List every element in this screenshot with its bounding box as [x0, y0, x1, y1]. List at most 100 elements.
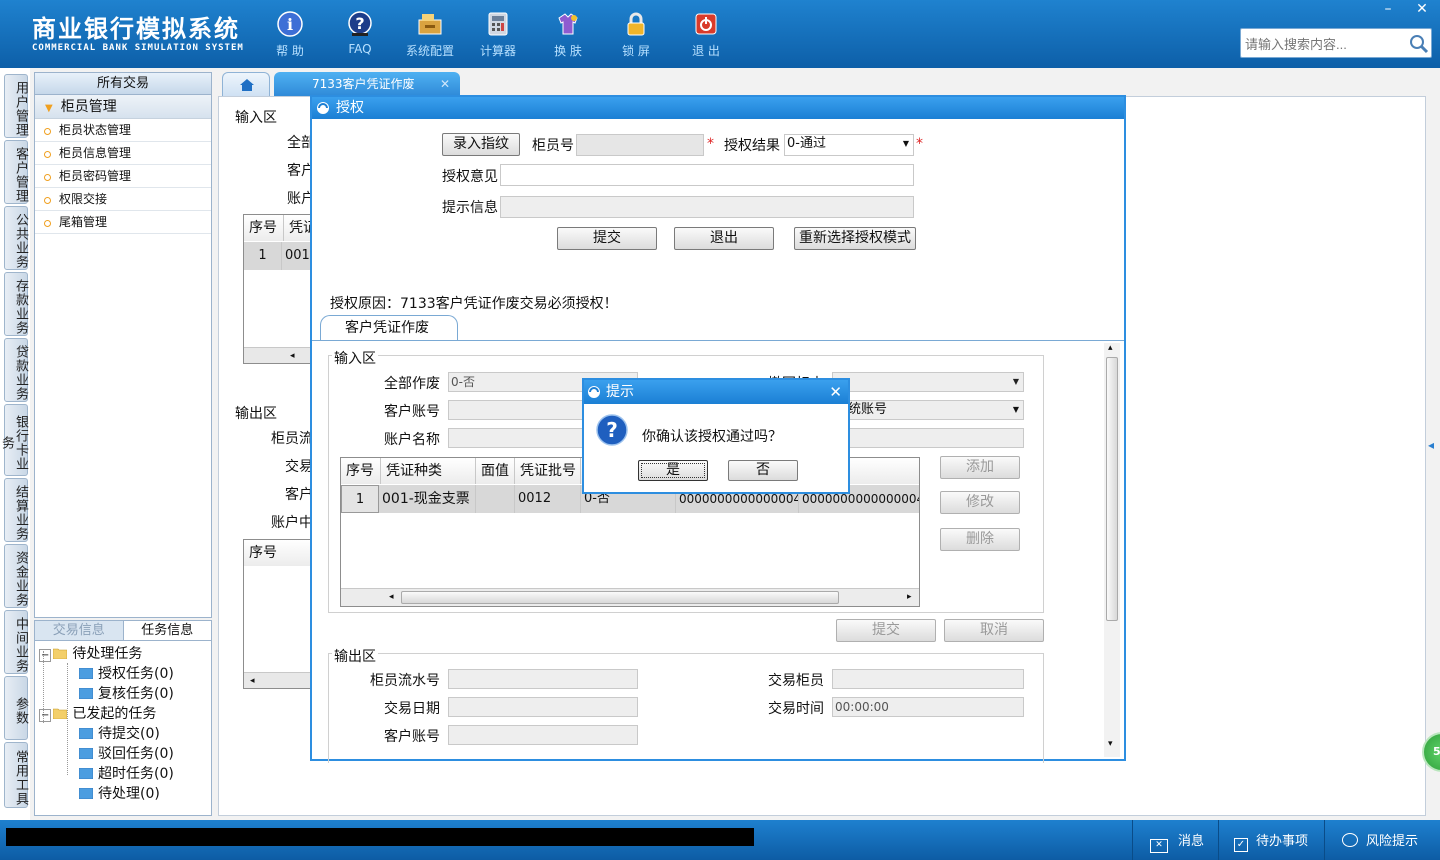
vtab-tools[interactable]: 常用工具 [4, 742, 28, 808]
list-icon [79, 788, 93, 799]
search-input[interactable] [1245, 33, 1405, 55]
menu-item-teller-info[interactable]: 柜员信息管理 [35, 142, 211, 165]
messages-button[interactable]: ✕ 消息 [1150, 830, 1204, 853]
yes-button[interactable]: 是 [638, 460, 708, 481]
scroll-up-icon[interactable]: ▴ [1108, 343, 1113, 353]
calculator-button[interactable]: 计算器 [470, 8, 526, 64]
grid-header: 序号 [341, 458, 381, 484]
tree-item-rejected[interactable]: 驳回任务(0) [79, 743, 174, 763]
scroll-thumb[interactable] [1106, 357, 1118, 621]
teller-field[interactable] [576, 134, 704, 156]
trade-date-label: 交易日期 [384, 701, 440, 717]
acct-name-label: 账户名称 [384, 432, 440, 448]
grid-cell[interactable]: 0012 [515, 485, 581, 513]
vtab-user-mgmt[interactable]: 用户管理 [4, 74, 28, 138]
close-tab-icon[interactable]: ✕ [440, 72, 450, 96]
vtab-loan[interactable]: 贷款业务 [4, 338, 28, 402]
auth-exit-button[interactable]: 退出 [674, 227, 774, 250]
faq-icon: ? [348, 11, 372, 36]
modify-button[interactable]: 修改 [940, 491, 1020, 514]
transaction-panel: 所有交易 ▼ 柜员管理 柜员状态管理 柜员信息管理 柜员密码管理 权限交接 尾箱管… [34, 72, 212, 618]
home-tab[interactable] [222, 72, 270, 96]
tree-item-pending-process[interactable]: 待处理(0) [79, 783, 160, 803]
confirm-dialog-title: 提示 ✕ [584, 380, 848, 404]
collapse-icon[interactable]: − [39, 649, 52, 662]
menu-item-permission-handover[interactable]: 权限交接 [35, 188, 211, 211]
auth-submit-button[interactable]: 提交 [557, 227, 657, 250]
risk-alert-button[interactable]: 风险提示 [1342, 830, 1418, 849]
reselect-auth-mode-button[interactable]: 重新选择授权模式 [794, 227, 916, 250]
inner-submit-button[interactable]: 提交 [836, 619, 936, 642]
auth-result-label: 授权结果 [724, 138, 780, 154]
menu-item-teller-status[interactable]: 柜员状态管理 [35, 119, 211, 142]
calculator-label: 计算器 [479, 44, 516, 58]
menu-item-teller-password[interactable]: 柜员密码管理 [35, 165, 211, 188]
tree-item-auth-tasks[interactable]: 授权任务(0) [79, 663, 174, 683]
tab-bar: 7133客户凭证作废 ✕ [218, 72, 1426, 96]
info-icon: i [277, 11, 303, 37]
acct-type-select[interactable]: 系统账号 ▼ [832, 400, 1024, 420]
chat-bubble-icon [1342, 833, 1358, 847]
vtab-deposit[interactable]: 存款业务 [4, 272, 28, 336]
opinion-input[interactable] [500, 164, 914, 186]
search-icon[interactable] [1409, 34, 1429, 54]
vtab-bank-card[interactable]: 银行卡业务 [0, 404, 28, 476]
logout-button[interactable]: 退 出 [678, 8, 734, 64]
vtab-customer-mgmt[interactable]: 客户管理 [4, 140, 28, 204]
grid-cell[interactable]: 001-现金支票 [379, 485, 476, 513]
vtab-public-biz[interactable]: 公共业务 [4, 206, 28, 270]
list-icon [79, 668, 93, 679]
no-button[interactable]: 否 [728, 460, 798, 481]
tab-task-info[interactable]: 任务信息 [122, 621, 211, 640]
tab-customer-voucher[interactable]: 客户凭证作废 [320, 315, 458, 341]
scroll-left-icon[interactable]: ◂ [389, 592, 394, 602]
tree-item-timeout[interactable]: 超时任务(0) [79, 763, 174, 783]
todo-button[interactable]: ✓ 待办事项 [1234, 830, 1308, 852]
scroll-thumb[interactable] [401, 591, 839, 604]
add-button[interactable]: 添加 [940, 456, 1020, 479]
vtab-funds[interactable]: 资金业务 [4, 544, 28, 608]
tab-trade-info[interactable]: 交易信息 [35, 621, 123, 640]
grid-h-scrollbar[interactable]: ◂ ▸ [341, 588, 919, 606]
fingerprint-button[interactable]: 录入指纹 [442, 133, 520, 156]
svg-text:?: ? [355, 14, 364, 33]
help-button[interactable]: i 帮 助 [262, 8, 318, 64]
inner-cancel-button[interactable]: 取消 [944, 619, 1044, 642]
tree-node-pending[interactable]: − 待处理任务 [39, 643, 142, 663]
grid-cell[interactable] [476, 485, 515, 513]
svg-text:i: i [287, 15, 293, 34]
grid-header: 序号 [244, 215, 284, 241]
faq-button[interactable]: ? FAQ [332, 8, 388, 64]
collapse-right-icon[interactable]: ◂ [1428, 430, 1440, 460]
close-window-button[interactable]: ✕ [1408, 0, 1436, 18]
menu-item-tail-box[interactable]: 尾箱管理 [35, 211, 211, 234]
scroll-right-icon[interactable]: ▸ [907, 592, 912, 602]
tab-7133[interactable]: 7133客户凭证作废 ✕ [274, 72, 460, 96]
tree-item-review-tasks[interactable]: 复核任务(0) [79, 683, 174, 703]
search-box [1240, 28, 1432, 58]
status-message-area [6, 828, 754, 846]
skin-button[interactable]: 换 肤 [540, 8, 596, 64]
tree-node-initiated[interactable]: − 已发起的任务 [39, 703, 156, 723]
delete-button[interactable]: 删除 [940, 528, 1020, 551]
recover-flag-select[interactable]: ▼ [832, 372, 1024, 392]
auth-result-select[interactable]: 0-通过 ▼ [784, 134, 914, 156]
dropdown-arrow-icon: ▼ [1012, 377, 1019, 386]
teller-mgmt-group[interactable]: ▼ 柜员管理 [35, 95, 211, 119]
tree-item-to-submit[interactable]: 待提交(0) [79, 723, 160, 743]
vtab-intermediary[interactable]: 中间业务 [4, 610, 28, 674]
logout-label: 退 出 [692, 44, 720, 58]
help-label: 帮 助 [276, 44, 304, 58]
scroll-down-icon[interactable]: ▾ [1108, 739, 1113, 749]
acct-name-field-2 [832, 428, 1024, 448]
inner-v-scrollbar[interactable]: ▴ ▾ [1104, 343, 1120, 757]
vtab-settlement[interactable]: 结算业务 [4, 478, 28, 542]
vtab-params[interactable]: 参数 [4, 676, 28, 740]
lock-button[interactable]: 锁 屏 [608, 8, 664, 64]
close-dialog-icon[interactable]: ✕ [829, 380, 842, 404]
minimize-button[interactable]: – [1374, 0, 1402, 18]
collapse-icon[interactable]: − [39, 709, 52, 722]
config-button[interactable]: 系统配置 [402, 8, 458, 64]
calculator-icon [488, 12, 508, 36]
all-void-label: 全部作废 [384, 376, 440, 392]
